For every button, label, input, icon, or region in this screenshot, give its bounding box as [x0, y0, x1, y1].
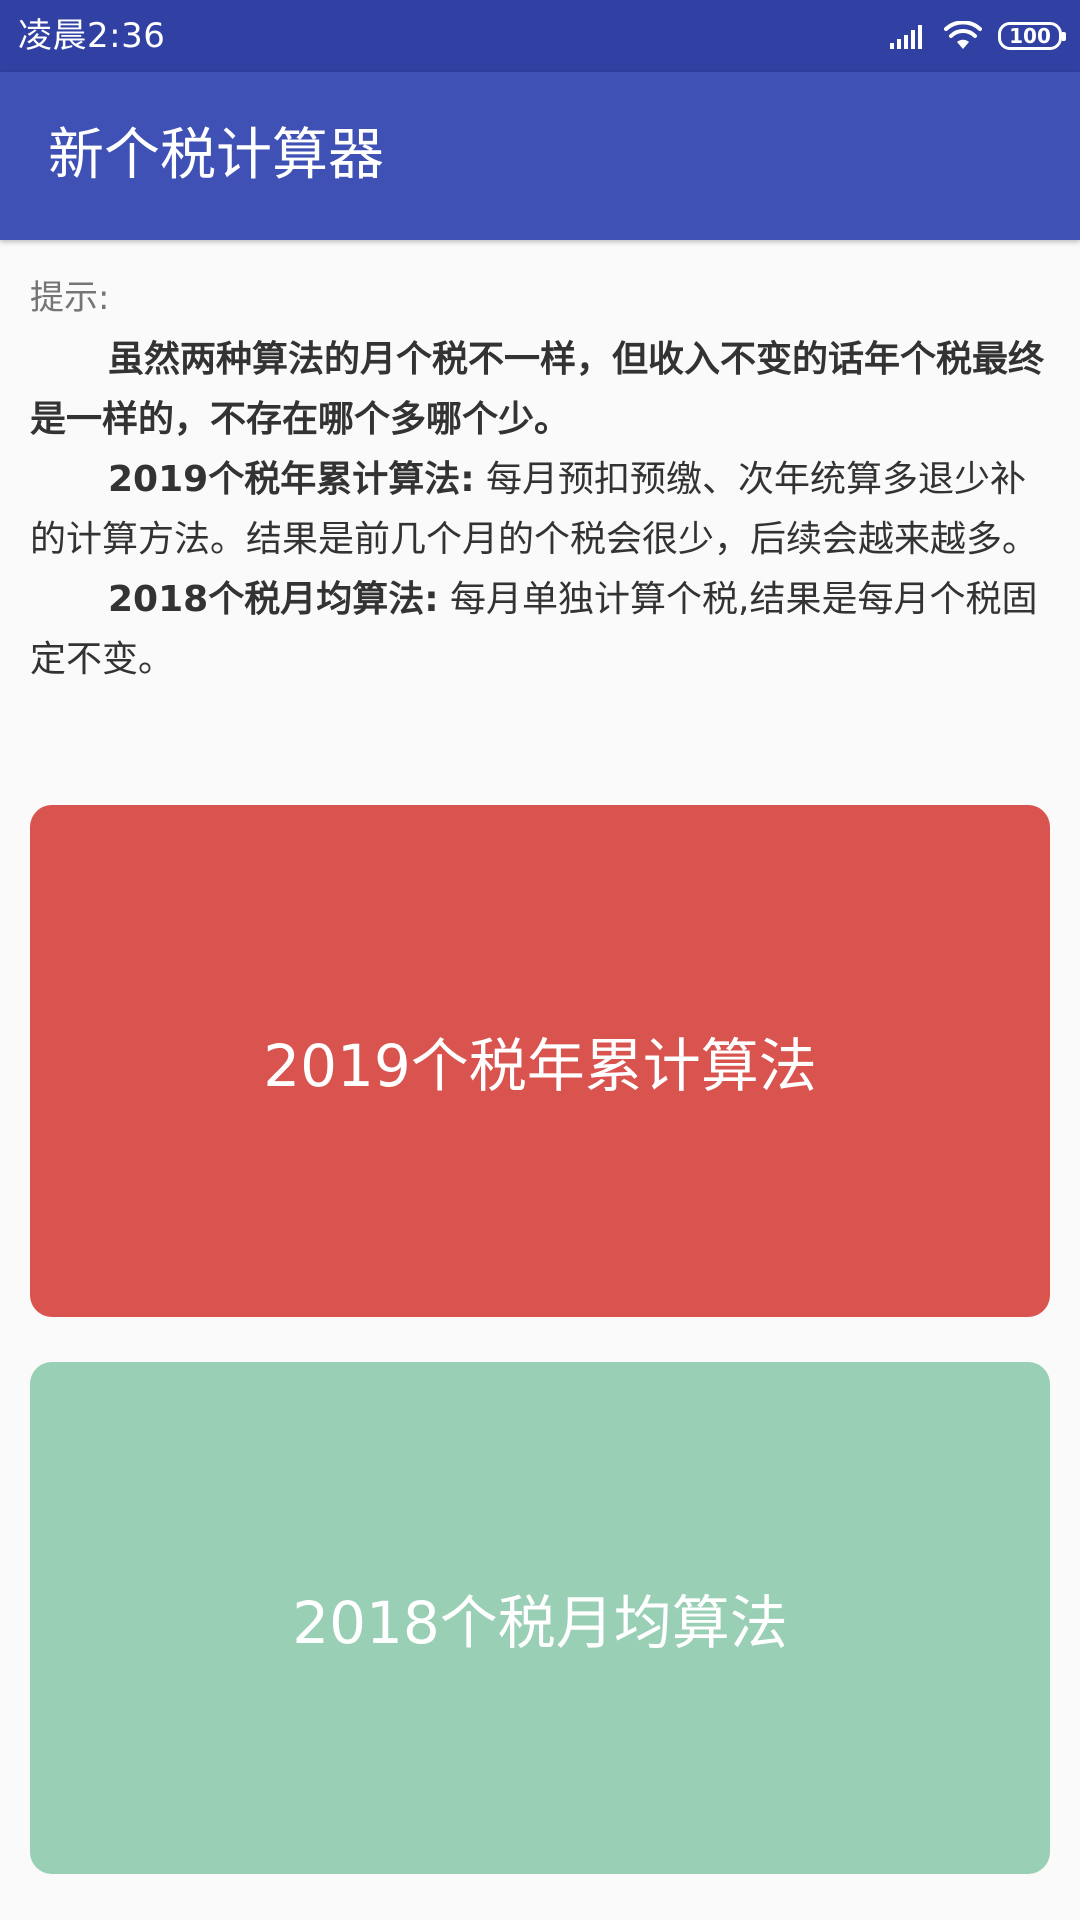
tip-label: 提示: — [30, 278, 110, 318]
battery-level: 100 — [1009, 24, 1051, 48]
wifi-icon — [944, 21, 982, 49]
method-2019-button[interactable]: 2019个税年累计算法 — [30, 805, 1050, 1317]
tip-para-1-text: 虽然两种算法的月个税不一样，但收入不变的话年个税最终是一样的，不存在哪个多哪个少… — [30, 339, 1045, 440]
method-2018-label: 2018个税月均算法 — [292, 1589, 788, 1657]
battery-icon: 100 — [998, 22, 1066, 50]
tip-para-1: 虽然两种算法的月个税不一样，但收入不变的话年个税最终是一样的，不存在哪个多哪个少… — [30, 330, 1050, 450]
status-time: 凌晨2:36 — [18, 16, 166, 56]
app-bar: 新个税计算器 — [0, 72, 1080, 240]
tip-para-2: 2019个税年累计算法: 每月预扣预缴、次年统算多退少补的计算方法。结果是前几个… — [30, 450, 1050, 570]
tip-para-3-title: 2018个税月均算法: — [108, 579, 439, 620]
tip-section: 提示: 虽然两种算法的月个税不一样，但收入不变的话年个税最终是一样的，不存在哪个… — [30, 270, 1050, 690]
tip-para-2-title: 2019个税年累计算法: — [108, 459, 475, 500]
tip-para-3: 2018个税月均算法: 每月单独计算个税,结果是每月个税固定不变。 — [30, 570, 1050, 690]
status-bar: 凌晨2:36 100 — [0, 0, 1080, 72]
method-2019-label: 2019个税年累计算法 — [263, 1032, 817, 1100]
signal-icon — [890, 25, 922, 49]
method-2018-button[interactable]: 2018个税月均算法 — [30, 1362, 1050, 1874]
app-title: 新个税计算器 — [48, 123, 384, 188]
status-icons: 100 — [890, 18, 1066, 54]
